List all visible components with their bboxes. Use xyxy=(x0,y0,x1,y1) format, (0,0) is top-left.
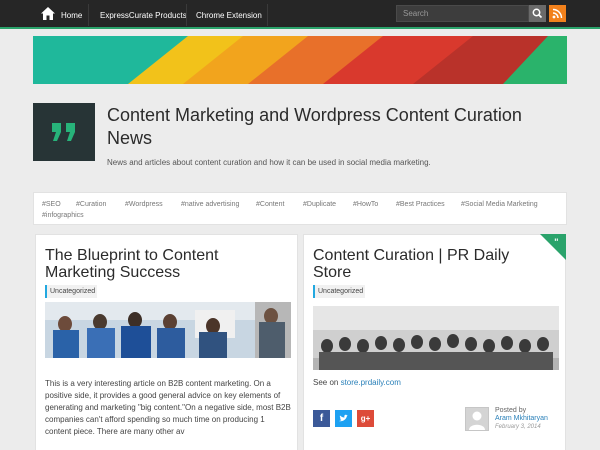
top-navbar: Home ExpressCurate Products Chrome Exten… xyxy=(0,0,600,29)
rss-button[interactable] xyxy=(549,5,566,22)
category-badge[interactable]: Uncategorized xyxy=(45,285,97,298)
header-banner xyxy=(33,36,567,84)
site-title[interactable]: Content Marketing and Wordpress Content … xyxy=(107,104,527,150)
avatar[interactable] xyxy=(465,407,489,431)
svg-text:": " xyxy=(554,238,559,248)
search-icon xyxy=(532,8,543,19)
twitter-share-button[interactable] xyxy=(335,410,352,427)
site-description: News and articles about content curation… xyxy=(107,158,431,167)
posted-by-label: Posted by xyxy=(495,407,527,414)
post-card: " Content Curation | PR Daily Store Unca… xyxy=(303,234,566,450)
post-meta: Posted by Aram Mkhitaryan February 3, 20… xyxy=(495,407,548,431)
nav-expresscurate-products[interactable]: ExpressCurate Products xyxy=(100,0,187,29)
tag-link[interactable]: #Content xyxy=(256,201,284,208)
see-on-prefix: See on xyxy=(313,378,341,387)
nav-home[interactable]: Home xyxy=(61,0,82,29)
quote-corner-icon: " xyxy=(540,234,566,260)
tag-link[interactable]: #Duplicate xyxy=(303,201,336,208)
post-image[interactable] xyxy=(45,302,291,358)
nav-divider xyxy=(267,4,268,26)
user-icon xyxy=(469,411,485,430)
google-plus-share-button[interactable]: g+ xyxy=(357,410,374,427)
see-on-line: See on store.prdaily.com xyxy=(313,378,401,387)
google-plus-icon: g+ xyxy=(360,414,371,423)
source-link[interactable]: store.prdaily.com xyxy=(341,378,401,387)
tag-link[interactable]: #Curation xyxy=(76,201,106,208)
tag-link[interactable]: #Wordpress xyxy=(125,201,163,208)
quote-icon xyxy=(52,123,75,141)
post-image[interactable] xyxy=(313,306,559,370)
post-title[interactable]: The Blueprint to Content Marketing Succe… xyxy=(45,247,285,281)
tag-link[interactable]: #SEO xyxy=(42,201,61,208)
author-link[interactable]: Aram Mkhitaryan xyxy=(495,415,548,423)
category-badge[interactable]: Uncategorized xyxy=(313,285,365,298)
nav-chrome-extension[interactable]: Chrome Extension xyxy=(196,0,262,29)
facebook-icon: f xyxy=(319,413,324,424)
site-logo[interactable] xyxy=(33,103,95,161)
nav-divider xyxy=(186,4,187,26)
tag-link[interactable]: #HowTo xyxy=(353,201,378,208)
twitter-icon xyxy=(339,414,348,422)
tag-cloud: #SEO #Curation #Wordpress #native advert… xyxy=(33,192,567,225)
home-icon[interactable] xyxy=(41,7,55,20)
post-title[interactable]: Content Curation | PR Daily Store xyxy=(313,247,538,281)
search-input[interactable]: Search xyxy=(396,5,529,22)
tag-link[interactable]: #Social Media Marketing xyxy=(461,201,538,208)
tag-link[interactable]: #native advertising xyxy=(181,201,239,208)
nav-divider xyxy=(88,4,89,26)
tag-link[interactable]: #Best Practices xyxy=(396,201,445,208)
facebook-share-button[interactable]: f xyxy=(313,410,330,427)
post-excerpt: This is a very interesting article on B2… xyxy=(45,379,291,436)
search-button[interactable] xyxy=(529,5,546,22)
banner-stripes xyxy=(33,36,567,84)
tag-link[interactable]: #infographics xyxy=(42,212,84,219)
post-date: February 3, 2014 xyxy=(495,424,541,430)
post-card: The Blueprint to Content Marketing Succe… xyxy=(35,234,298,450)
rss-icon xyxy=(552,8,563,19)
